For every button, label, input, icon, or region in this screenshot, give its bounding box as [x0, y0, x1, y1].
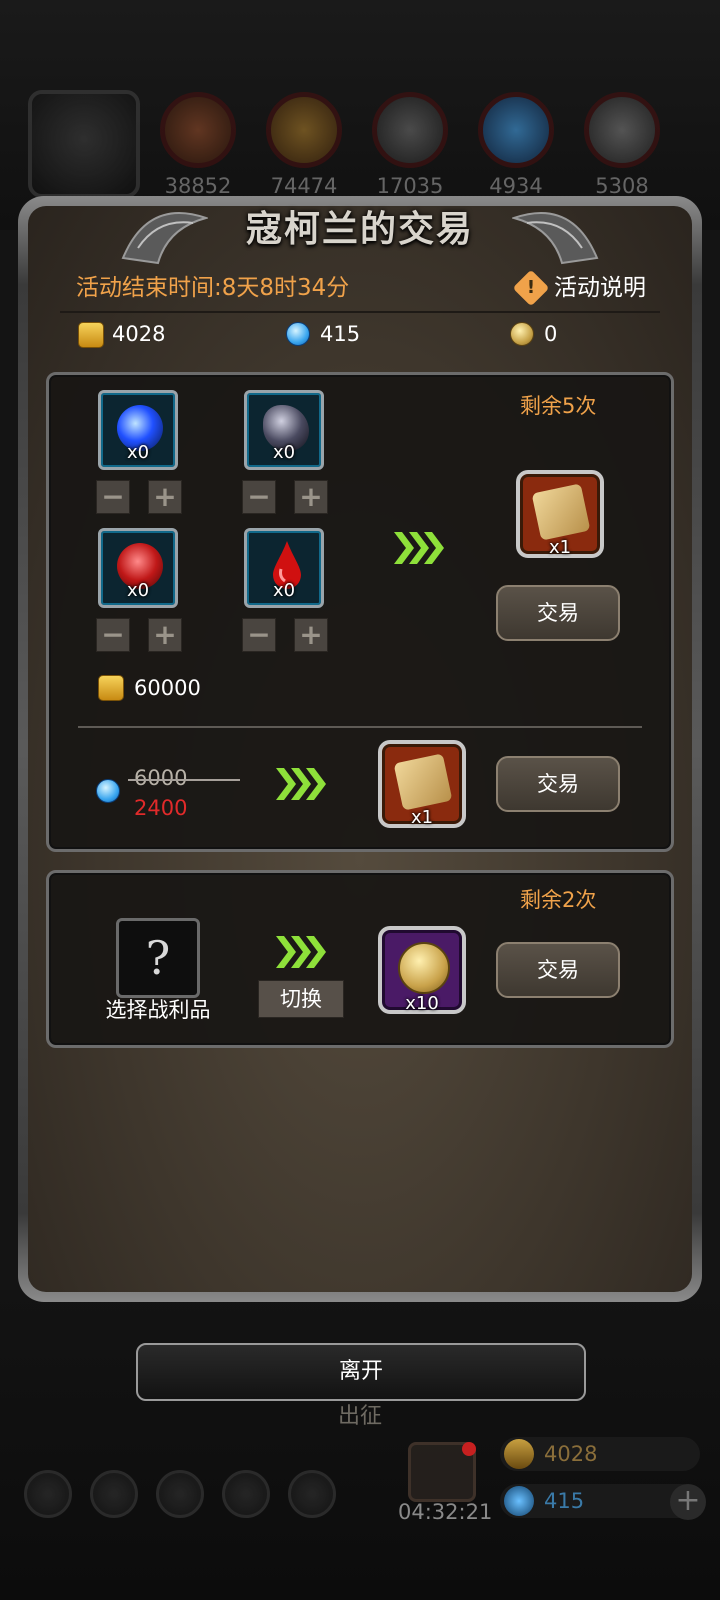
scroll-icon	[393, 753, 453, 811]
notification-dot	[462, 1442, 476, 1456]
resource-stone[interactable]: 17035	[370, 92, 450, 198]
discount-price: 2400	[134, 796, 188, 820]
medal-balance: 0	[510, 316, 557, 352]
event-info-button[interactable]: ! 活动说明	[512, 268, 646, 308]
event-header: 活动结束时间:8天8时34分 ! 活动说明	[76, 268, 646, 308]
arrow-right-icon	[394, 532, 444, 564]
remaining-trades: 剩余5次	[520, 394, 597, 418]
loot-select-slot[interactable]: ?	[116, 918, 200, 998]
avatar[interactable]	[28, 90, 140, 198]
wood-icon	[266, 92, 342, 168]
gem-balance-value: 415	[320, 322, 361, 346]
original-price: 6000	[134, 766, 188, 790]
gift-timer: 04:32:21	[398, 1500, 493, 1524]
gold-coin-icon	[98, 675, 124, 701]
crystal-icon	[478, 92, 554, 168]
alliance-icon[interactable]	[288, 1470, 336, 1518]
arrow-right-icon	[276, 936, 326, 968]
material-slot[interactable]: x0	[98, 390, 178, 470]
increase-button[interactable]: +	[148, 618, 182, 652]
march-label[interactable]: 出征	[0, 1398, 720, 1430]
increase-button[interactable]: +	[294, 618, 328, 652]
bottom-gold[interactable]: 4028	[500, 1437, 700, 1471]
material-count: x0	[126, 580, 150, 601]
iron-icon	[584, 92, 660, 168]
trade-button[interactable]: 交易	[496, 942, 620, 998]
select-loot-label: 选择战利品	[105, 998, 211, 1022]
decrease-button[interactable]: −	[242, 618, 276, 652]
material-slot[interactable]: x0	[98, 528, 178, 608]
divider	[60, 311, 660, 313]
strikethrough-line	[128, 779, 240, 781]
warning-icon: !	[512, 269, 550, 307]
reward-slot[interactable]: x1	[516, 470, 604, 558]
bottom-gold-value: 4028	[544, 1442, 598, 1466]
gem-icon	[96, 779, 120, 803]
material-slot[interactable]: x0	[244, 390, 324, 470]
hero-icon[interactable]	[90, 1470, 138, 1518]
material-count: x0	[272, 580, 296, 601]
event-end-time: 活动结束时间:8天8时34分	[76, 275, 350, 301]
reward-slot[interactable]: x1	[378, 740, 466, 828]
material-count: x0	[126, 442, 150, 463]
trade-button[interactable]: 交易	[496, 756, 620, 812]
stone-icon	[372, 92, 448, 168]
decrease-button[interactable]: −	[96, 480, 130, 514]
increase-button[interactable]: +	[294, 480, 328, 514]
gold-medal-icon	[398, 942, 450, 994]
divider	[78, 726, 642, 728]
arrow-right-icon	[276, 768, 326, 800]
gold-balance-value: 4028	[112, 322, 166, 346]
reward-slot[interactable]: x10	[378, 926, 466, 1014]
dialog-title-plate: 寇柯兰的交易	[200, 198, 520, 260]
castle-icon[interactable]	[156, 1470, 204, 1518]
gem-balance: 415	[286, 316, 360, 352]
reward-count: x1	[548, 537, 572, 558]
resource-amount: 74474	[270, 174, 338, 198]
material-slot[interactable]: x0	[244, 528, 324, 608]
settings-icon[interactable]	[24, 1470, 72, 1518]
gold-cost-value: 60000	[134, 676, 201, 700]
trade-button[interactable]: 交易	[496, 585, 620, 641]
resource-crystal[interactable]: 4934	[476, 92, 556, 198]
bottom-gems-value: 415	[544, 1489, 585, 1513]
resource-meat[interactable]: 38852	[158, 92, 238, 198]
switch-button[interactable]: 切换	[258, 980, 344, 1018]
scroll-icon	[531, 483, 591, 541]
gold-cost: 60000	[98, 672, 201, 704]
resource-wood[interactable]: 74474	[264, 92, 344, 198]
dragon-ornament-right-icon	[512, 212, 599, 265]
dragon-ornament-left-icon	[121, 212, 208, 265]
gold-balance: 4028	[78, 316, 165, 352]
dialog-title: 寇柯兰的交易	[245, 208, 474, 250]
medal-icon	[510, 322, 534, 346]
event-info-label: 活动说明	[554, 275, 646, 301]
reward-count: x1	[410, 807, 434, 828]
leave-button[interactable]: 离开	[136, 1343, 586, 1401]
gem-icon	[504, 1486, 534, 1516]
decrease-button[interactable]: −	[242, 480, 276, 514]
medal-balance-value: 0	[544, 322, 558, 346]
decrease-button[interactable]: −	[96, 618, 130, 652]
mail-icon[interactable]	[222, 1470, 270, 1518]
meat-icon	[160, 92, 236, 168]
remaining-trades: 剩余2次	[520, 888, 597, 912]
resource-iron[interactable]: 5308	[582, 92, 662, 198]
material-count: x0	[272, 442, 296, 463]
reward-count: x10	[405, 993, 439, 1014]
increase-button[interactable]: +	[148, 480, 182, 514]
add-icon[interactable]: +	[670, 1484, 706, 1520]
gem-icon	[286, 322, 310, 346]
gold-coin-icon	[504, 1439, 534, 1469]
gold-coin-icon	[78, 322, 104, 348]
resource-amount: 17035	[376, 174, 444, 198]
